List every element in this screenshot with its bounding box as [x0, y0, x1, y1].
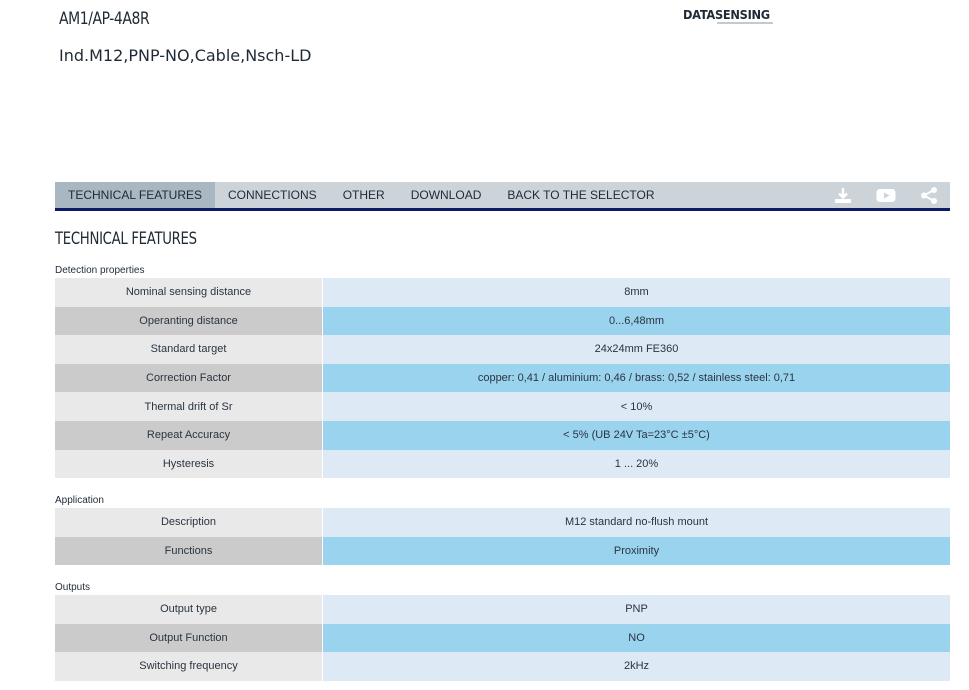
table-row: Output type PNP [55, 595, 950, 624]
table-row: Switching frequency 2kHz [55, 652, 950, 681]
tab-back-to-selector[interactable]: BACK TO THE SELECTOR [494, 182, 667, 208]
outputs-table: Output type PNP Output Function NO Switc… [55, 595, 950, 681]
group-title-outputs: Outputs [55, 582, 91, 593]
logo-text: DATASENSING [683, 8, 770, 22]
table-row: Correction Factor copper: 0,41 / alumini… [55, 363, 950, 393]
detection-properties-table: Nominal sensing distance 8mm Operanting … [55, 278, 950, 479]
spec-value: 24x24mm FE360 [323, 335, 950, 364]
spec-value: < 5% (UB 24V Ta=23°C ±5°C) [323, 420, 950, 450]
spec-label: Output Function [55, 623, 323, 653]
application-table: Description M12 standard no-flush mount … [55, 508, 950, 566]
group-title-detection-properties: Detection properties [55, 265, 145, 276]
group-title-application: Application [55, 495, 104, 506]
table-row: Repeat Accuracy < 5% (UB 24V Ta=23°C ±5°… [55, 420, 950, 450]
table-row: Description M12 standard no-flush mount [55, 508, 950, 537]
table-row: Functions Proximity [55, 536, 950, 566]
spec-value: < 10% [323, 392, 950, 421]
spec-label: Switching frequency [55, 652, 323, 681]
product-code: AM1/AP-4A8R [59, 9, 150, 29]
spec-value: NO [323, 623, 950, 653]
tab-connections[interactable]: CONNECTIONS [215, 182, 330, 208]
section-title: TECHNICAL FEATURES [55, 229, 197, 249]
table-row: Standard target 24x24mm FE360 [55, 335, 950, 364]
spec-label: Hysteresis [55, 449, 323, 479]
spec-label: Functions [55, 536, 323, 566]
download-icon[interactable] [821, 182, 864, 208]
table-row: Output Function NO [55, 623, 950, 653]
spec-label: Correction Factor [55, 363, 323, 393]
logo-tagline-mark [717, 22, 773, 24]
table-row: Operanting distance 0...6,48mm [55, 306, 950, 336]
table-row: Nominal sensing distance 8mm [55, 278, 950, 307]
tab-bar: TECHNICAL FEATURES CONNECTIONS OTHER DOW… [55, 182, 950, 211]
tab-technical-features[interactable]: TECHNICAL FEATURES [55, 182, 216, 208]
spec-value: PNP [323, 595, 950, 624]
spec-label: Thermal drift of Sr [55, 392, 323, 421]
video-icon[interactable] [864, 182, 907, 208]
spec-value: 8mm [323, 278, 950, 307]
datasensing-logo: DATASENSING [683, 8, 773, 28]
table-row: Thermal drift of Sr < 10% [55, 392, 950, 421]
spec-label: Nominal sensing distance [55, 278, 323, 307]
tab-other[interactable]: OTHER [330, 182, 398, 208]
share-icon[interactable] [907, 182, 950, 208]
spec-label: Operanting distance [55, 306, 323, 336]
spec-value: 1 ... 20% [323, 449, 950, 479]
spec-label: Output type [55, 595, 323, 624]
spec-value: Proximity [323, 536, 950, 566]
spec-label: Description [55, 508, 323, 537]
spec-value: 2kHz [323, 652, 950, 681]
tab-toolbar [821, 182, 950, 208]
spec-value: M12 standard no-flush mount [323, 508, 950, 537]
spec-label: Repeat Accuracy [55, 420, 323, 450]
spec-value: 0...6,48mm [323, 306, 950, 336]
tab-download[interactable]: DOWNLOAD [398, 182, 495, 208]
product-description: Ind.M12,PNP-NO,Cable,Nsch-LD [59, 46, 312, 65]
table-row: Hysteresis 1 ... 20% [55, 449, 950, 479]
spec-value: copper: 0,41 / aluminium: 0,46 / brass: … [323, 363, 950, 393]
spec-label: Standard target [55, 335, 323, 364]
